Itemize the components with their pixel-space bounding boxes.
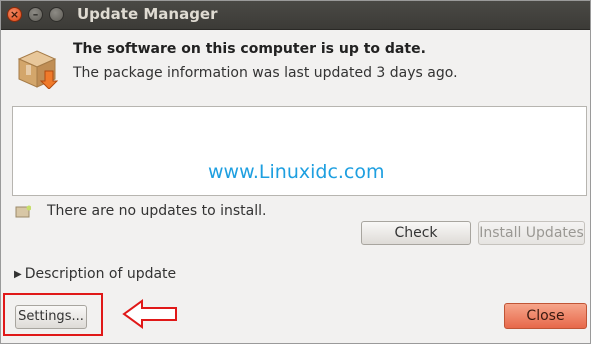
window-title: Update Manager — [77, 5, 218, 23]
package-status-icon — [15, 205, 31, 218]
close-button[interactable]: Close — [504, 303, 587, 329]
install-updates-button[interactable]: Install Updates — [478, 221, 585, 245]
window-minimize-icon[interactable]: – — [28, 7, 43, 22]
title-bar[interactable]: × – Update Manager — [1, 1, 590, 30]
check-button[interactable]: Check — [361, 221, 471, 245]
description-expander[interactable]: ▶ Description of update — [14, 266, 176, 282]
watermark-text: www.Linuxidc.com — [208, 161, 385, 183]
expander-triangle-icon: ▶ — [14, 269, 22, 280]
up-to-date-headline: The software on this computer is up to d… — [73, 41, 426, 57]
last-updated-text: The package information was last updated… — [73, 65, 458, 81]
window-close-icon[interactable]: × — [7, 7, 22, 22]
pointer-arrow-icon — [122, 299, 177, 329]
package-box-icon — [17, 50, 59, 89]
no-updates-text: There are no updates to install. — [47, 203, 267, 219]
window-maximize-icon[interactable] — [49, 7, 64, 22]
expander-label: Description of update — [24, 266, 177, 282]
highlight-box — [3, 293, 103, 336]
